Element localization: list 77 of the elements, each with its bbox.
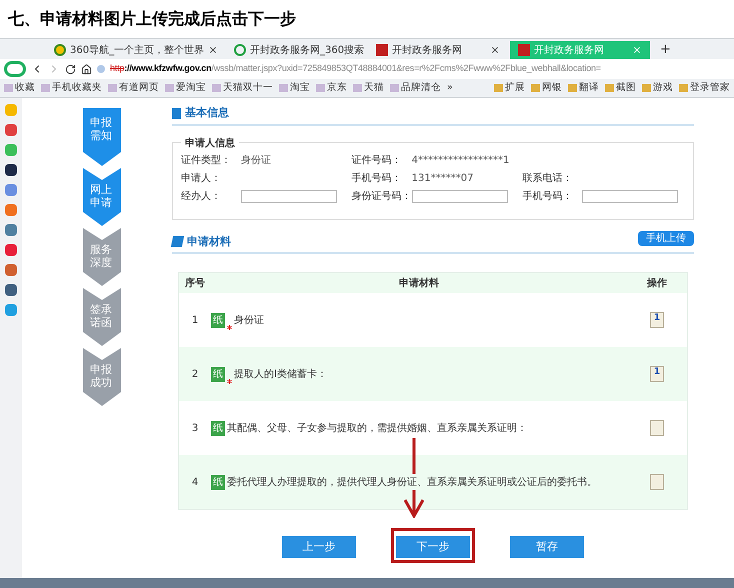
field-label: 证件类型： bbox=[181, 154, 232, 168]
file-icon[interactable]: 1 bbox=[650, 366, 664, 382]
bookmark-item[interactable]: 爱淘宝 bbox=[165, 80, 206, 96]
toolbar-item[interactable]: 截图 bbox=[605, 80, 636, 96]
sidebar-app-icon[interactable] bbox=[5, 164, 17, 176]
site-logo-icon bbox=[518, 44, 530, 56]
row-number: 4 bbox=[190, 476, 200, 490]
step-label: 服务深度 bbox=[90, 244, 113, 270]
field-label: 联系电话： bbox=[522, 172, 574, 186]
bookmark-item[interactable]: 天猫 bbox=[353, 80, 384, 96]
step-label: 申报成功 bbox=[90, 364, 113, 390]
input-field[interactable] bbox=[412, 190, 508, 202]
step-label: 网上申请 bbox=[90, 184, 113, 210]
home-icon[interactable] bbox=[81, 64, 92, 74]
tab-title: 开封政务服务网 bbox=[392, 44, 463, 58]
step-label: 签承诺函 bbox=[90, 304, 113, 330]
file-icon[interactable] bbox=[650, 420, 664, 436]
field-value: 4*****************1 bbox=[412, 154, 510, 168]
bookmark-item[interactable]: 收藏 bbox=[4, 80, 35, 96]
file-icon[interactable]: 1 bbox=[650, 312, 664, 328]
toolbar-item[interactable]: 网银 bbox=[531, 80, 562, 96]
document-icon bbox=[170, 236, 184, 248]
toolbar-item[interactable]: 游戏 bbox=[642, 80, 673, 96]
tab-title: 开封政务服务网_360搜索 bbox=[250, 44, 364, 58]
paper-tag: 纸 bbox=[211, 366, 225, 382]
close-icon[interactable] bbox=[208, 45, 218, 55]
field-label: 证件号码： bbox=[352, 154, 403, 168]
more-bookmarks[interactable]: » bbox=[447, 80, 453, 96]
section-title: 基本信息 bbox=[185, 104, 229, 121]
field-value: 131******07 bbox=[412, 172, 474, 186]
bookmark-item[interactable]: 天猫双十一 bbox=[212, 80, 273, 96]
paper-tag: 纸 bbox=[211, 312, 225, 328]
bookmark-item[interactable]: 有道网页 bbox=[108, 80, 159, 96]
field-label: 经办人： bbox=[181, 190, 222, 204]
toolbar-item[interactable]: 翻译 bbox=[568, 80, 599, 96]
step-label: 申报需知 bbox=[90, 117, 113, 142]
field-label: 申请人： bbox=[181, 172, 222, 186]
row-number: 3 bbox=[190, 422, 200, 436]
browser-logo-icon bbox=[4, 61, 26, 77]
bookmark-item[interactable]: 手机收藏夹 bbox=[41, 80, 102, 96]
field-label: 身份证号码： bbox=[352, 190, 412, 204]
info-icon bbox=[172, 108, 181, 118]
instruction-heading: 七、申请材料图片上传完成后点击下一步 bbox=[8, 8, 296, 30]
paper-tag: 纸 bbox=[211, 420, 225, 436]
toolbar-item[interactable]: 登录管家 bbox=[679, 80, 730, 96]
site-logo-icon bbox=[376, 44, 388, 56]
column-header: 序号 bbox=[184, 276, 206, 290]
bookmark-item[interactable]: 淘宝 bbox=[279, 80, 310, 96]
column-header: 操作 bbox=[646, 276, 668, 290]
material-name: 委托代理人办理提取的，提供代理人身份证、直系亲属关系证明或公证后的委托书。 bbox=[227, 476, 597, 490]
tab-title: 开封政务服务网 bbox=[534, 44, 605, 58]
lock-icon bbox=[97, 65, 105, 73]
input-field[interactable] bbox=[241, 190, 337, 202]
new-tab-button[interactable]: + bbox=[652, 41, 679, 59]
row-number: 2 bbox=[190, 368, 200, 382]
row-number: 1 bbox=[190, 314, 200, 328]
material-name: 其配偶、父母、子女参与提取的，需提供婚姻、直系亲属关系证明： bbox=[227, 422, 527, 436]
bookmark-item[interactable]: 品牌清仓 bbox=[390, 80, 441, 96]
mobile-upload-button[interactable]: 手机上传 bbox=[638, 231, 694, 246]
tab-title: 360导航_一个主页，整个世界 bbox=[70, 44, 204, 58]
material-name: 身份证 bbox=[234, 314, 264, 328]
sidebar-app-icon[interactable] bbox=[5, 284, 17, 296]
file-icon[interactable] bbox=[650, 474, 664, 490]
material-name: 提取人的Ⅰ类储蓄卡： bbox=[234, 368, 327, 382]
field-value: 身份证 bbox=[241, 154, 271, 168]
field-label: 手机号码： bbox=[352, 172, 403, 186]
bookmark-item[interactable]: 京东 bbox=[316, 80, 347, 96]
section-title: 申请材料 bbox=[187, 234, 231, 250]
panel-legend: 申请人信息 bbox=[181, 136, 239, 151]
paper-tag: 纸 bbox=[211, 474, 225, 490]
reload-icon[interactable] bbox=[65, 64, 76, 74]
column-header: 申请材料 bbox=[398, 276, 440, 290]
input-field[interactable] bbox=[582, 190, 678, 202]
toolbar-item[interactable]: 扩展 bbox=[494, 80, 525, 96]
close-icon[interactable] bbox=[490, 45, 500, 55]
globe-icon bbox=[54, 44, 66, 56]
field-label: 手机号码： bbox=[522, 190, 574, 204]
